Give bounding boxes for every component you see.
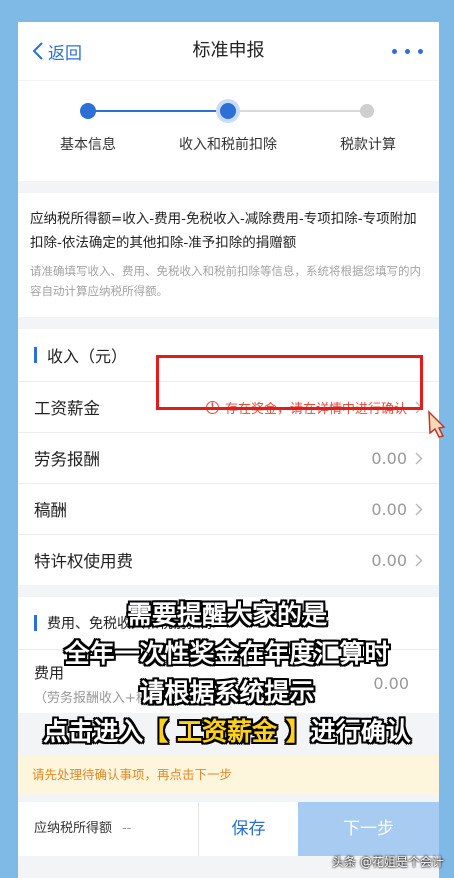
- row-value: 0.00: [371, 550, 407, 570]
- app-screen: 标准申报 返回 基本信息 收入和税前扣除 税款计算 应纳税所得额=收入-费用-免…: [18, 22, 439, 878]
- back-label: 返回: [48, 43, 82, 64]
- more-dot-icon: [392, 48, 397, 54]
- highlight-box: [156, 355, 423, 410]
- taxable-income-summary: 应纳税所得额 --: [18, 802, 198, 856]
- chevron-right-icon: [415, 502, 423, 516]
- formula-card: 应纳税所得额=收入-费用-免税收入-减除费用-专项扣除-专项附加扣除-依法确定的…: [18, 193, 439, 317]
- caption-line-4-pre: 点击进入: [43, 717, 144, 746]
- caption-line-4: 点击进入【 工资薪金 】进行确认: [0, 712, 454, 748]
- taxable-income-label: 应纳税所得额: [34, 821, 113, 836]
- chevron-left-icon: [32, 42, 43, 60]
- section-accent-bar: [34, 347, 37, 363]
- formula-text: 应纳税所得额=收入-费用-免税收入-减除费用-专项扣除-专项附加扣除-依法确定的…: [30, 211, 417, 251]
- nav-bar: 标准申报 返回: [18, 22, 439, 80]
- row-value: 0.00: [371, 448, 407, 468]
- step-label-basic-info: 基本信息: [60, 137, 116, 153]
- row-label: 工资薪金: [34, 399, 100, 418]
- save-button[interactable]: 保存: [198, 802, 298, 856]
- bottom-action-bar: 应纳税所得额 -- 保存 下一步: [18, 802, 439, 856]
- row-label: 稿酬: [34, 501, 67, 520]
- row-label: 特许权使用费: [34, 552, 133, 571]
- caption-line-4-post: 进行确认: [310, 717, 411, 746]
- step-connector-done: [88, 110, 228, 112]
- row-right: 0.00: [371, 449, 423, 468]
- more-dot-icon: [405, 48, 410, 54]
- income-section-title: 收入（元）: [47, 347, 128, 366]
- next-step-button[interactable]: 下一步: [298, 802, 439, 856]
- more-menu-button[interactable]: [392, 22, 423, 80]
- progress-stepper: 基本信息 收入和税前扣除 税款计算: [18, 81, 439, 181]
- caption-highlight: 【 工资薪金 】: [143, 717, 311, 746]
- income-row-labor[interactable]: 劳务报酬 0.00: [18, 432, 439, 483]
- row-right: 0.00: [371, 500, 423, 519]
- taxable-income-value: --: [122, 821, 132, 836]
- more-dot-icon: [418, 48, 423, 54]
- row-right: 0.00: [371, 551, 423, 570]
- income-row-royalty[interactable]: 稿酬 0.00: [18, 483, 439, 534]
- row-value: 0.00: [371, 499, 407, 519]
- step-label-tax-calculation: 税款计算: [340, 137, 396, 153]
- step-dot-done: [80, 103, 96, 119]
- caption-line-2: 全年一次性奖金在年度汇算时: [64, 639, 390, 668]
- caption-line-1: 需要提醒大家的是: [126, 600, 327, 629]
- caption-line-3: 请根据系统提示: [139, 678, 315, 707]
- chevron-right-icon: [415, 553, 423, 567]
- watermark: 头条 @花姐是个会计: [332, 855, 444, 869]
- step-label-income-deduction: 收入和税前扣除: [179, 137, 277, 153]
- hand-cursor-icon: [428, 410, 446, 438]
- chevron-right-icon: [415, 451, 423, 465]
- back-button[interactable]: 返回: [18, 22, 82, 80]
- income-row-franchise[interactable]: 特许权使用费 0.00: [18, 534, 439, 585]
- step-dot-current: [220, 103, 236, 119]
- row-label: 劳务报酬: [34, 450, 100, 469]
- pending-notice: 请先处理待确认事项，再点击下一步: [18, 756, 439, 794]
- step-connector-pending: [228, 110, 368, 112]
- step-dot-pending: [360, 104, 374, 118]
- formula-hint: 请准确填写收入、费用、免税收入和税前扣除等信息，系统将根据您填写的内容自动计算应…: [30, 264, 421, 298]
